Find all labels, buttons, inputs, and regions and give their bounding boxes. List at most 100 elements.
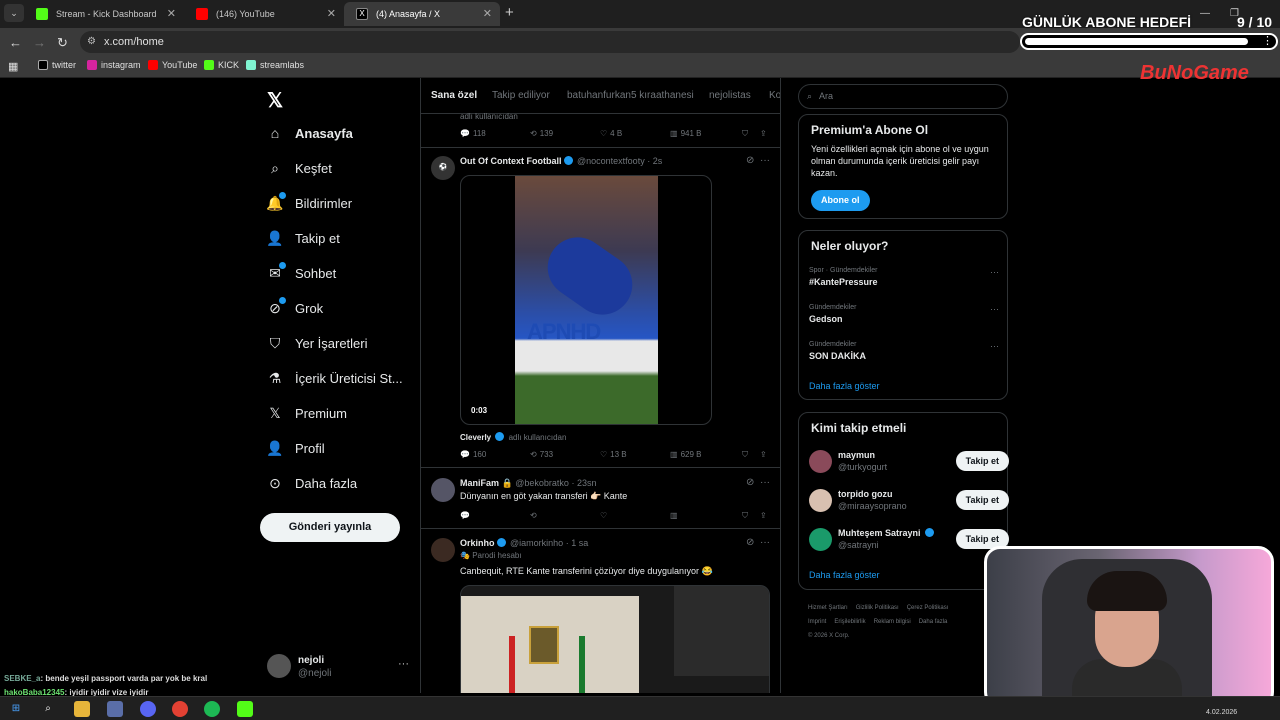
search-input[interactable]: ⌕ Ara bbox=[798, 84, 1008, 109]
author-handle[interactable]: @bekobratko bbox=[515, 478, 569, 488]
tweet-video[interactable]: APNHD 0:03 bbox=[460, 175, 712, 425]
nav-item-bookmark[interactable]: ⛉ Yer İşaretleri bbox=[267, 328, 368, 358]
trend-item[interactable]: Gündemdekiler SON DAKİKA ··· bbox=[809, 341, 999, 361]
tab-kick[interactable]: Stream - Kick Dashboard ✕ bbox=[24, 2, 184, 26]
more-icon[interactable]: ··· bbox=[760, 477, 770, 488]
grok-icon[interactable]: ⊘ bbox=[746, 155, 754, 166]
menu-dots-icon[interactable]: ⋮ bbox=[1262, 34, 1273, 47]
bookmark-youtube[interactable]: YouTube bbox=[148, 60, 197, 70]
bookmark-streamlabs[interactable]: streamlabs bbox=[246, 60, 304, 70]
more-icon[interactable]: ··· bbox=[760, 537, 770, 548]
bookmark-twitter[interactable]: twitter bbox=[38, 60, 76, 70]
subscribe-button[interactable]: Abone ol bbox=[811, 190, 870, 211]
views-button[interactable]: ▥ 629 B bbox=[670, 450, 701, 459]
tweet-time[interactable]: 2s bbox=[653, 156, 663, 166]
tweet-image[interactable] bbox=[460, 585, 770, 693]
like-button[interactable]: ♡ 4 B bbox=[600, 129, 622, 138]
follow-suggestion[interactable]: maymun @turkyogurt Takip et bbox=[809, 448, 1009, 476]
follow-button[interactable]: Takip et bbox=[955, 490, 1009, 510]
reload-icon[interactable]: ↻ bbox=[57, 35, 68, 51]
forward-icon[interactable]: → bbox=[33, 35, 46, 50]
more-icon[interactable]: ··· bbox=[990, 267, 999, 277]
bookmark-button[interactable]: ⛉ bbox=[742, 129, 748, 139]
repost-button[interactable]: ⟲ bbox=[530, 511, 537, 520]
nav-item-person-add[interactable]: 👤 Takip et bbox=[266, 223, 340, 253]
close-icon[interactable]: ✕ bbox=[483, 7, 492, 20]
footer-link[interactable]: Reklam bilgisi bbox=[874, 619, 911, 625]
post-button[interactable]: Gönderi yayınla bbox=[260, 513, 400, 542]
nav-item-search[interactable]: ⌕ Keşfet bbox=[267, 153, 332, 183]
new-tab-button[interactable]: + bbox=[505, 4, 514, 21]
bookmark-button[interactable]: ⛉ bbox=[742, 450, 748, 460]
back-icon[interactable]: ← bbox=[9, 35, 22, 50]
tweet-time[interactable]: 1 sa bbox=[571, 538, 588, 548]
like-button[interactable]: ♡ bbox=[600, 511, 607, 520]
follow-button[interactable]: Takip et bbox=[955, 451, 1009, 471]
chrome-icon[interactable] bbox=[172, 701, 188, 717]
tab-list-more[interactable]: Ko bbox=[769, 90, 780, 101]
site-info-icon[interactable]: ⚙ bbox=[87, 31, 96, 53]
tweet[interactable]: Orkinho @iamorkinho · 1 sa ⊘ ··· 🎭 Parod… bbox=[421, 529, 780, 693]
author-handle[interactable]: @iamorkinho bbox=[510, 538, 563, 548]
tab-youtube[interactable]: (146) YouTube ✕ bbox=[184, 2, 344, 26]
bookmark-instagram[interactable]: instagram bbox=[87, 60, 141, 70]
nav-item-flask[interactable]: ⚗ İçerik Üreticisi St... bbox=[267, 363, 403, 393]
tab-list-kiraathane[interactable]: batuhanfurkan5 kıraathanesi bbox=[567, 90, 694, 101]
more-icon[interactable]: ··· bbox=[990, 304, 999, 314]
tweet-time[interactable]: 23sn bbox=[577, 478, 597, 488]
author-handle[interactable]: @nocontextfooty bbox=[577, 156, 645, 166]
discord-icon[interactable] bbox=[140, 701, 156, 717]
tweet[interactable]: ManiFam 🔒 @bekobratko · 23sn ⊘ ··· Dünya… bbox=[421, 468, 780, 529]
kick-icon[interactable] bbox=[237, 701, 253, 717]
tab-list-nejolistas[interactable]: nejolistas bbox=[709, 90, 751, 101]
nav-item-bell[interactable]: 🔔 Bildirimler bbox=[266, 188, 352, 218]
more-icon[interactable]: ··· bbox=[398, 658, 409, 670]
tab-search-button[interactable]: ⌄ bbox=[4, 4, 24, 22]
tab-following[interactable]: Takip ediliyor bbox=[492, 90, 550, 101]
apps-icon[interactable]: ▦ bbox=[8, 60, 18, 73]
nav-item-more-circle[interactable]: ⊙ Daha fazla bbox=[267, 468, 357, 498]
repost-button[interactable]: ⟲ 733 bbox=[530, 450, 553, 459]
footer-link[interactable]: Hizmet Şartları bbox=[808, 605, 848, 611]
tweet[interactable]: ⚽ Out Of Context Football @nocontextfoot… bbox=[421, 148, 780, 468]
share-button[interactable]: ⇪ bbox=[760, 129, 767, 138]
nav-item-mail[interactable]: ✉ Sohbet bbox=[267, 258, 336, 288]
minimize-icon[interactable]: — bbox=[1200, 8, 1210, 19]
bookmark-kick[interactable]: KICK bbox=[204, 60, 239, 70]
footer-link[interactable]: Gizlilik Politikası bbox=[856, 605, 899, 611]
trend-item[interactable]: Gündemdekiler Gedson ··· bbox=[809, 304, 999, 324]
tweet-menu[interactable]: ⊘ ··· bbox=[746, 477, 770, 488]
nav-item-person[interactable]: 👤 Profil bbox=[266, 433, 324, 463]
close-icon[interactable]: ✕ bbox=[167, 7, 176, 20]
like-button[interactable]: ♡ 13 B bbox=[600, 450, 627, 459]
tweet[interactable]: adlı kullanıcıdan 💬 118 ⟲ 139 ♡ 4 B ▥ 941 B … bbox=[421, 112, 780, 148]
app-icon[interactable] bbox=[107, 701, 123, 717]
reply-button[interactable]: 💬 160 bbox=[460, 450, 486, 459]
trend-item[interactable]: Spor · Gündemdekiler #KantePressure ··· bbox=[809, 267, 999, 287]
author-name[interactable]: ManiFam bbox=[460, 478, 499, 488]
url-field[interactable]: ⚙ x.com/home bbox=[80, 31, 1020, 53]
reply-button[interactable]: 💬 bbox=[460, 511, 470, 520]
search-icon[interactable]: ⌕ bbox=[40, 701, 56, 717]
views-button[interactable]: ▥ 941 B bbox=[670, 129, 701, 138]
credit-name[interactable]: Cleverly bbox=[460, 433, 491, 442]
views-button[interactable]: ▥ bbox=[670, 511, 678, 520]
grok-icon[interactable]: ⊘ bbox=[746, 477, 754, 488]
tab-for-you[interactable]: Sana özel bbox=[431, 90, 477, 101]
footer-link[interactable]: Çerez Politikası bbox=[907, 605, 949, 611]
nav-item-grok[interactable]: ⊘ Grok bbox=[267, 293, 323, 323]
more-icon[interactable]: ··· bbox=[760, 155, 770, 166]
repost-button[interactable]: ⟲ 139 bbox=[530, 129, 553, 138]
footer-link[interactable]: Imprint bbox=[808, 619, 826, 625]
show-more-trends[interactable]: Daha fazla göster bbox=[809, 381, 880, 391]
close-icon[interactable]: ✕ bbox=[327, 7, 336, 20]
footer-link[interactable]: Erişilebilirlik bbox=[834, 619, 865, 625]
more-icon[interactable]: ··· bbox=[990, 341, 999, 351]
x-logo-icon[interactable]: 𝕏 bbox=[267, 88, 283, 113]
nav-item-home[interactable]: ⌂ Anasayfa bbox=[267, 118, 353, 148]
share-button[interactable]: ⇪ bbox=[760, 450, 767, 459]
footer-link[interactable]: Daha fazla bbox=[919, 619, 948, 625]
show-more-suggestions[interactable]: Daha fazla göster bbox=[809, 570, 880, 580]
windows-start-icon[interactable]: ⊞ bbox=[8, 701, 24, 717]
follow-suggestion[interactable]: Muhteşem Satrayni @satrayni Takip et bbox=[809, 526, 1009, 554]
